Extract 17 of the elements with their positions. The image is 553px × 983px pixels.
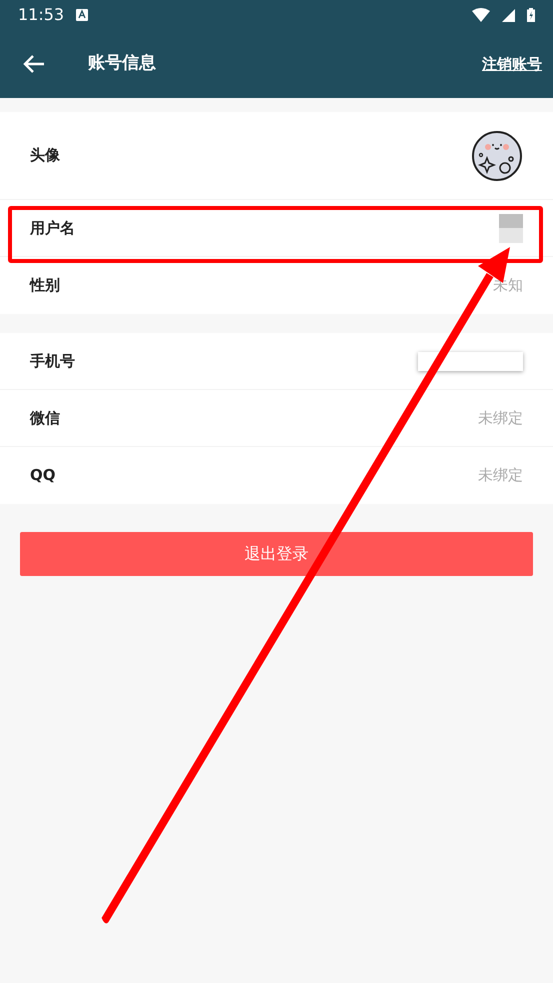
signal-icon — [502, 8, 515, 22]
row-label: 微信 — [30, 408, 60, 429]
deactivate-account-link[interactable]: 注销账号 — [482, 52, 542, 76]
row-value: 未绑定 — [478, 408, 523, 429]
status-time: 11:53 — [18, 4, 64, 26]
row-label: 用户名 — [30, 218, 75, 239]
row-label: QQ — [30, 465, 56, 486]
keyboard-icon — [76, 9, 88, 21]
avatar-icon — [471, 130, 523, 182]
page-title: 账号信息 — [88, 52, 156, 76]
wifi-icon — [472, 8, 490, 22]
row-label: 手机号 — [30, 350, 75, 372]
row-label: 性别 — [30, 275, 60, 296]
redacted-value — [499, 214, 523, 242]
row-value: 未绑定 — [478, 465, 523, 486]
row-label: 头像 — [30, 145, 60, 166]
battery-icon — [527, 8, 535, 22]
